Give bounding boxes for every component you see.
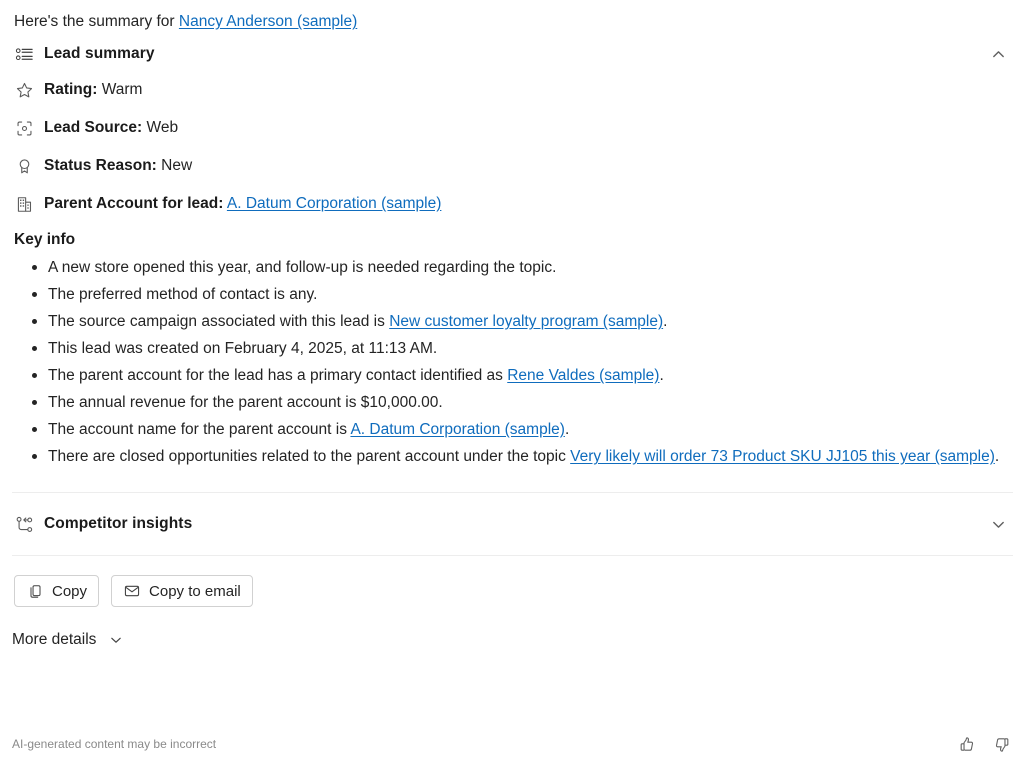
key-info-link[interactable]: New customer loyalty program (sample) <box>389 313 663 330</box>
attribute-text: Rating: Warm <box>44 77 142 103</box>
attribute-label: Rating: <box>44 81 98 98</box>
attribute-row-lead-source: Lead Source: Web <box>14 115 1011 153</box>
thumbs-down-icon[interactable] <box>991 733 1013 755</box>
star-icon <box>14 80 34 100</box>
lead-attributes: Rating: Warm Lead Source: Web Status Rea… <box>0 71 1025 229</box>
chevron-down-icon <box>106 630 126 650</box>
key-info-title: Key info <box>14 231 76 248</box>
parent-account-link[interactable]: A. Datum Corporation (sample) <box>227 195 442 212</box>
key-info-item: The parent account for the lead has a pr… <box>32 362 1011 389</box>
intro-line: Here's the summary for Nancy Anderson (s… <box>0 0 1025 33</box>
feedback-controls <box>955 733 1013 755</box>
key-info-list: A new store opened this year, and follow… <box>0 254 1025 470</box>
ai-disclaimer: AI-generated content may be incorrect <box>12 737 217 751</box>
attribute-row-rating: Rating: Warm <box>14 77 1011 115</box>
attribute-label: Lead Source: <box>44 119 143 136</box>
competitor-insights-title: Competitor insights <box>44 515 193 532</box>
key-info-text: The account name for the parent account … <box>48 421 351 438</box>
attribute-row-status-reason: Status Reason: New <box>14 153 1011 191</box>
key-info-text: The parent account for the lead has a pr… <box>48 367 508 384</box>
key-info-item: The source campaign associated with this… <box>32 308 1011 335</box>
attribute-row-parent-account: Parent Account for lead: A. Datum Corpor… <box>14 191 1011 229</box>
attribute-label: Parent Account for lead: <box>44 195 224 212</box>
action-buttons: Copy Copy to email <box>0 556 1025 607</box>
key-info-text: The preferred method of contact is any. <box>48 286 318 303</box>
key-info-text: A new store opened this year, and follow… <box>48 259 557 276</box>
key-info-item: This lead was created on February 4, 202… <box>32 335 1011 362</box>
lead-summary-card: Here's the summary for Nancy Anderson (s… <box>0 0 1025 765</box>
key-info-item: A new store opened this year, and follow… <box>32 254 1011 281</box>
key-info-link[interactable]: Rene Valdes (sample) <box>507 367 659 384</box>
key-info-text: . <box>659 367 664 384</box>
intro-prefix: Here's the summary for <box>14 13 179 30</box>
key-info-item: The annual revenue for the parent accoun… <box>32 389 1011 416</box>
key-info-item: The account name for the parent account … <box>32 416 1011 443</box>
copy-to-email-button[interactable]: Copy to email <box>111 575 253 607</box>
chevron-down-icon[interactable] <box>985 511 1011 537</box>
key-info-link[interactable]: Very likely will order 73 Product SKU JJ… <box>570 448 995 465</box>
ribbon-badge-icon <box>14 156 34 176</box>
key-info-text: The source campaign associated with this… <box>48 313 390 330</box>
copy-to-email-button-label: Copy to email <box>149 582 241 600</box>
competitor-insights-section: Competitor insights <box>0 493 1025 555</box>
scan-target-icon <box>14 118 34 138</box>
lead-summary-header[interactable]: Lead summary <box>0 33 1025 71</box>
more-details-label: More details <box>12 631 97 648</box>
key-info-text: . <box>663 313 668 330</box>
bulleted-list-icon <box>14 44 34 64</box>
competitor-insights-header[interactable]: Competitor insights <box>0 511 1025 537</box>
key-info-text: There are closed opportunities related t… <box>48 448 571 465</box>
building-icon <box>14 194 34 214</box>
thumbs-up-icon[interactable] <box>955 733 977 755</box>
attribute-text: Lead Source: Web <box>44 115 178 141</box>
key-info-text: This lead was created on February 4, 202… <box>48 340 438 357</box>
card-footer: AI-generated content may be incorrect <box>0 723 1025 765</box>
key-info-text: The annual revenue for the parent accoun… <box>48 394 443 411</box>
more-details-toggle[interactable]: More details <box>0 607 126 650</box>
lead-summary-title: Lead summary <box>44 45 155 62</box>
attribute-value: New <box>161 157 193 174</box>
copy-icon <box>26 582 44 600</box>
lead-record-link[interactable]: Nancy Anderson (sample) <box>179 13 357 30</box>
key-info-text: . <box>994 448 1000 465</box>
key-info-link[interactable]: A. Datum Corporation (sample) <box>350 421 565 438</box>
attribute-label: Status Reason: <box>44 157 157 174</box>
copy-button[interactable]: Copy <box>14 575 100 607</box>
attribute-value: Warm <box>101 81 143 98</box>
attribute-text: Status Reason: New <box>44 153 192 179</box>
key-info-item: There are closed opportunities related t… <box>32 443 1011 470</box>
key-info-item: The preferred method of contact is any. <box>32 281 1011 308</box>
attribute-value: Web <box>146 119 179 136</box>
key-info-text: . <box>564 421 570 438</box>
mail-icon <box>123 582 141 600</box>
copy-button-label: Copy <box>52 582 88 600</box>
branch-compare-icon <box>14 514 34 534</box>
chevron-up-icon[interactable] <box>985 41 1011 67</box>
attribute-text: Parent Account for lead: A. Datum Corpor… <box>44 191 441 217</box>
